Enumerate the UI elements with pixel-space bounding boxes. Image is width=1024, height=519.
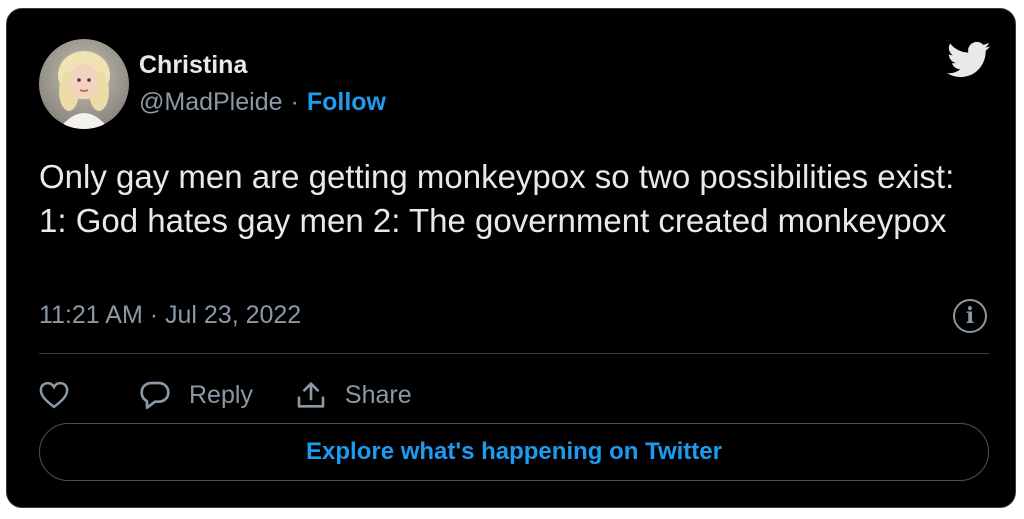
explore-twitter-button[interactable]: Explore what's happening on Twitter: [39, 423, 989, 481]
author-handle[interactable]: @MadPleide: [139, 88, 283, 117]
author-handle-row: @MadPleide · Follow: [139, 88, 386, 117]
separator-dot: ·: [290, 88, 299, 116]
tweet-text: Only gay men are getting monkeypox so tw…: [39, 158, 955, 239]
twitter-bird-icon[interactable]: [947, 41, 991, 79]
reply-label: Reply: [189, 380, 253, 409]
divider: [39, 353, 989, 354]
tweet-actions: Reply Share: [39, 369, 412, 421]
heart-icon: [39, 381, 69, 409]
share-icon: [297, 382, 325, 408]
reply-bubble-icon: [140, 381, 170, 409]
like-button[interactable]: [39, 381, 69, 409]
reply-button[interactable]: Reply: [139, 380, 253, 410]
info-icon[interactable]: i: [953, 299, 987, 333]
share-button[interactable]: Share: [295, 380, 412, 410]
follow-button[interactable]: Follow: [307, 88, 386, 117]
tweet-card: Christina @MadPleide · Follow Only gay m…: [6, 8, 1016, 508]
tweet-timestamp[interactable]: 11:21 AM · Jul 23, 2022: [39, 301, 301, 330]
share-label: Share: [344, 380, 412, 409]
author-name[interactable]: Christina: [139, 51, 247, 80]
avatar[interactable]: [39, 39, 129, 129]
